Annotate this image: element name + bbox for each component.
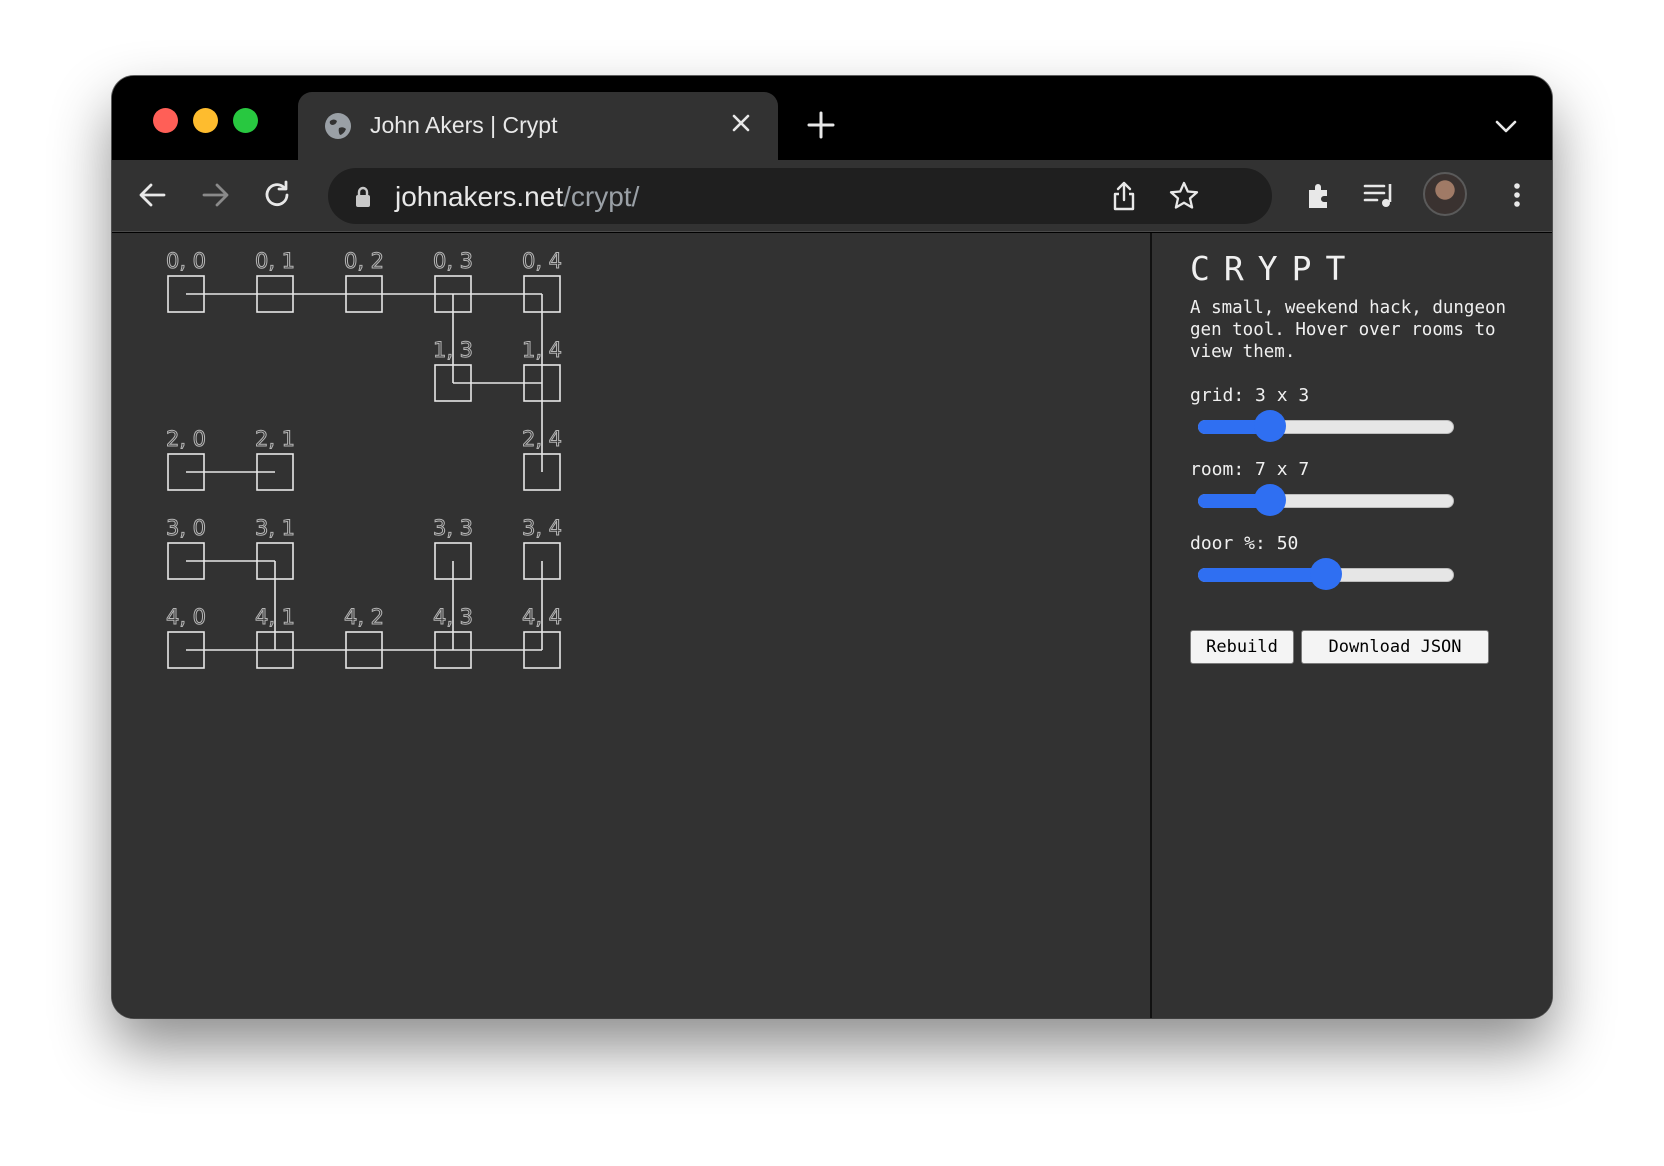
download-json-button[interactable]: Download JSON (1301, 630, 1489, 664)
room-size-label: room: 7 x 7 (1190, 459, 1310, 480)
room-label: 0, 2 (344, 249, 384, 273)
rebuild-button[interactable]: Rebuild (1190, 630, 1294, 664)
room-label: 0, 3 (433, 249, 473, 273)
sidebar-panel: CRYPT A small, weekend hack, dungeon gen… (1150, 233, 1552, 1018)
tab-title: John Akers | Crypt (370, 112, 558, 138)
room-label: 2, 1 (255, 427, 295, 451)
room-label: 2, 0 (166, 427, 206, 451)
room-label: 1, 4 (522, 338, 562, 362)
browser-toolbar: johnakers.net/crypt/ (112, 160, 1552, 232)
globe-icon (325, 113, 351, 139)
room-size-slider[interactable] (1198, 484, 1454, 516)
grid-size-label: grid: 3 x 3 (1190, 385, 1310, 406)
slider-thumb[interactable] (1253, 410, 1286, 442)
url-host: johnakers.net (395, 181, 564, 212)
lock-icon[interactable] (354, 186, 372, 208)
more-menu-icon[interactable] (1507, 178, 1527, 212)
page-content: 0, 0 0, 1 0, 2 0, 3 0, 4 1, 3 1, 4 2, 0 2, 1 2, 4… (112, 233, 1552, 1018)
slider-thumb[interactable] (1310, 558, 1342, 590)
slider-fill (1198, 568, 1326, 582)
browser-window: John Akers | Crypt johnakers.net/crypt/ … (112, 76, 1552, 1018)
bookmark-star-icon[interactable] (1168, 180, 1200, 212)
media-queue-icon[interactable] (1362, 178, 1396, 212)
room-label: 2, 4 (522, 427, 562, 451)
new-tab-icon[interactable] (806, 110, 836, 140)
room-label: 4, 2 (344, 605, 384, 629)
slider-thumb[interactable] (1253, 484, 1286, 516)
tab-bar: John Akers | Crypt (112, 76, 1552, 160)
close-window-button[interactable] (153, 108, 178, 133)
minimize-window-button[interactable] (193, 108, 218, 133)
room-label: 0, 1 (255, 249, 295, 273)
page-title: CRYPT (1190, 249, 1360, 288)
address-bar[interactable]: johnakers.net/crypt/ (328, 168, 1272, 224)
chevron-down-icon[interactable] (1494, 116, 1518, 136)
dungeon-map: 0, 0 0, 1 0, 2 0, 3 0, 4 1, 3 1, 4 2, 0 2, 1 2, 4… (165, 249, 563, 669)
room-label: 0, 0 (166, 249, 206, 273)
forward-arrow-icon[interactable] (198, 178, 232, 212)
room-label: 0, 4 (522, 249, 562, 273)
room-label: 3, 0 (166, 516, 206, 540)
room-label: 1, 3 (433, 338, 473, 362)
page-description: A small, weekend hack, dungeon gen tool.… (1190, 298, 1507, 362)
reload-icon[interactable] (260, 178, 294, 212)
profile-avatar[interactable] (1423, 172, 1467, 216)
url-text[interactable]: johnakers.net/crypt/ (395, 181, 639, 213)
share-icon[interactable] (1108, 180, 1140, 212)
door-percent-label: door %: 50 (1190, 533, 1299, 554)
grid-size-slider[interactable] (1198, 410, 1454, 442)
room-label: 4, 3 (433, 605, 473, 629)
extensions-puzzle-icon[interactable] (1302, 178, 1336, 212)
room-label: 3, 3 (433, 516, 473, 540)
zoom-window-button[interactable] (233, 108, 258, 133)
back-arrow-icon[interactable] (136, 178, 170, 212)
room-label: 4, 1 (255, 605, 295, 629)
url-path: /crypt/ (563, 181, 640, 212)
door-percent-slider[interactable] (1198, 558, 1454, 590)
tab-active[interactable]: John Akers | Crypt (298, 92, 778, 160)
dungeon-map-area: 0, 0 0, 1 0, 2 0, 3 0, 4 1, 3 1, 4 2, 0 2, 1 2, 4… (112, 233, 1150, 1018)
room-label: 3, 4 (522, 516, 562, 540)
close-icon[interactable] (728, 110, 754, 136)
room-label: 4, 4 (522, 605, 562, 629)
room-label: 3, 1 (255, 516, 295, 540)
room-label: 4, 0 (166, 605, 206, 629)
